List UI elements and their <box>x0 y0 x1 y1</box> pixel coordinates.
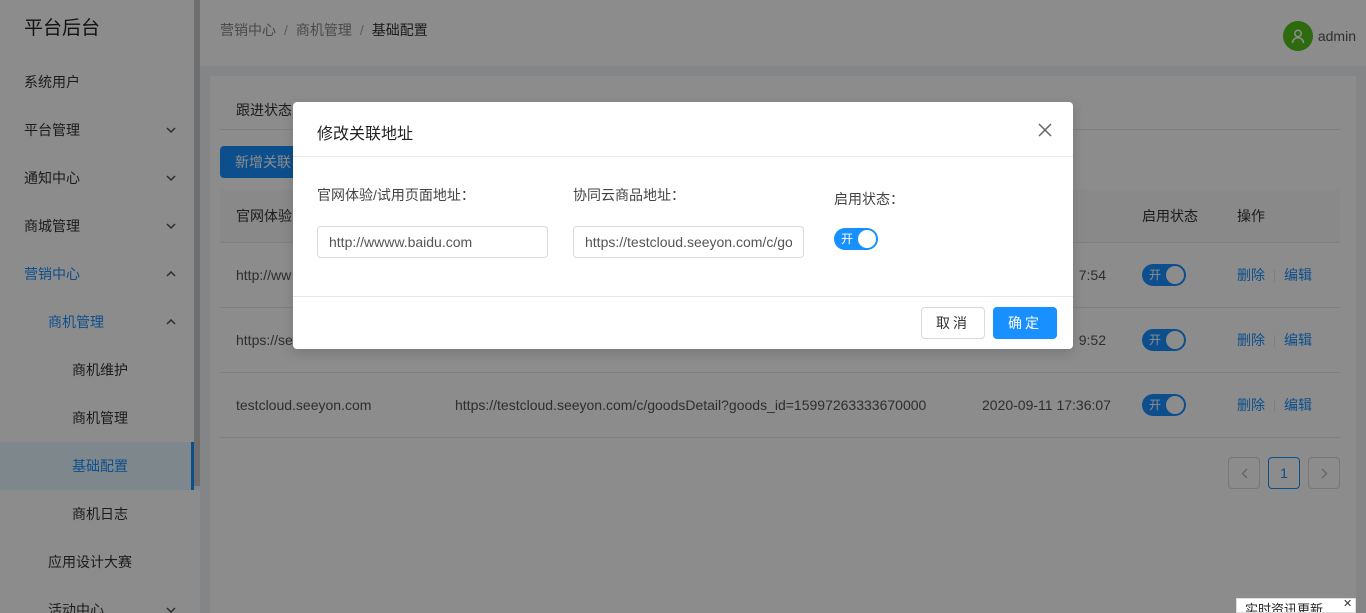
goods-url-label: 协同云商品地址： <box>573 187 685 203</box>
site-url-label: 官网体验/试用页面地址： <box>317 187 475 203</box>
close-icon[interactable] <box>1035 120 1055 140</box>
modal-body: 官网体验/试用页面地址： 协同云商品地址： 启用状态： 开 <box>293 157 1073 297</box>
switch-label: 开 <box>841 232 854 246</box>
site-url-input[interactable] <box>317 226 548 258</box>
edit-association-modal: 修改关联地址 官网体验/试用页面地址： 协同云商品地址： 启用状态： 开 取消 … <box>293 102 1073 349</box>
switch-knob <box>858 230 876 248</box>
close-icon[interactable]: ✕ <box>1343 597 1352 610</box>
goods-url-input[interactable] <box>573 226 804 258</box>
confirm-button[interactable]: 确定 <box>993 307 1057 339</box>
cancel-button[interactable]: 取消 <box>921 307 985 339</box>
modal-header: 修改关联地址 <box>293 102 1073 157</box>
status-switch[interactable]: 开 <box>834 228 878 250</box>
modal-footer: 取消 确定 <box>293 297 1073 349</box>
modal-title: 修改关联地址 <box>317 126 414 143</box>
status-label: 启用状态： <box>834 191 904 207</box>
news-badge[interactable]: 实时资讯更新 <box>1236 598 1356 613</box>
